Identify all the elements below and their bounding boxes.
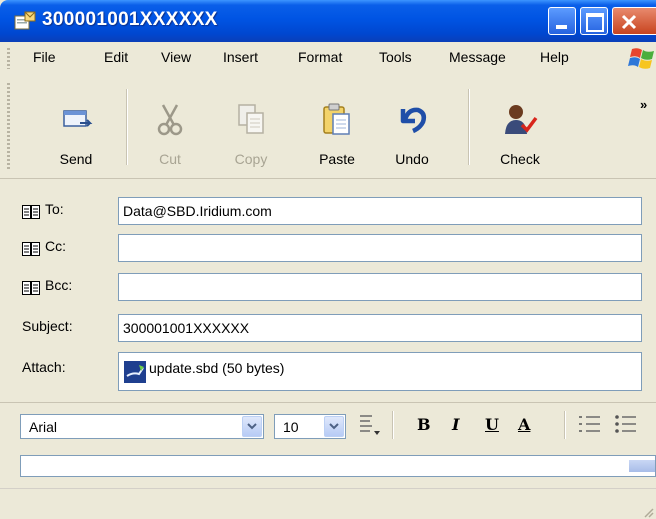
check-names-button[interactable]: Check [484,81,556,173]
italic-button[interactable]: I [452,415,459,434]
font-size-select[interactable]: 10 [274,414,346,439]
title-bar[interactable]: 300001001XXXXXX [0,0,656,42]
windows-logo-icon [628,48,654,69]
subject-field[interactable]: 300001001XXXXXX [118,314,642,342]
scroll-grip-icon[interactable] [629,460,655,472]
copy-button[interactable]: Copy [220,81,282,173]
cut-button[interactable]: Cut [143,81,197,173]
attach-field[interactable]: update.sbd (50 bytes) [118,352,642,391]
window-title: 300001001XXXXXX [42,9,218,30]
address-book-icon[interactable] [22,205,40,219]
subject-row: Subject: 300001001XXXXXX [0,311,656,345]
toolbar-separator [564,411,566,439]
check-label: Check [500,151,540,167]
font-name-value: Arial [29,419,58,435]
address-book-icon[interactable] [22,242,40,256]
paste-icon [323,103,350,135]
menu-tools[interactable]: Tools [379,49,412,65]
chevron-down-icon[interactable] [324,416,344,437]
maximize-icon [586,13,604,32]
undo-icon [400,107,427,134]
attach-label: Attach: [22,359,66,375]
scissors-icon [157,104,183,136]
check-names-icon [505,105,538,134]
menu-message[interactable]: Message [449,49,506,65]
chevron-down-icon[interactable] [242,416,262,437]
maximize-button[interactable] [580,7,608,35]
menu-file[interactable]: File [33,49,56,65]
minimize-button[interactable] [548,7,576,35]
bcc-field[interactable] [118,273,642,301]
send-button[interactable]: Send [44,81,108,173]
send-icon [63,110,93,127]
toolbar-separator [126,89,128,165]
to-field[interactable]: Data@SBD.Iridium.com [118,197,642,225]
undo-button[interactable]: Undo [384,81,440,173]
copy-icon [238,104,264,134]
menu-help[interactable]: Help [540,49,569,65]
toolbar-grip[interactable] [7,83,10,169]
paragraph-style-icon[interactable] [358,413,380,437]
bulleted-list-icon[interactable] [614,414,638,436]
message-body[interactable] [20,455,656,477]
cut-label: Cut [159,151,181,167]
bcc-row: Bcc: [0,270,656,304]
send-label: Send [59,151,93,167]
compose-window: 300001001XXXXXX File Edit View Insert Fo… [0,0,656,519]
resize-grip-icon[interactable] [640,504,654,518]
attachment-file-icon [124,361,146,383]
bcc-label[interactable]: Bcc: [45,277,72,293]
close-button[interactable] [612,7,656,35]
copy-label: Copy [234,151,268,167]
to-label[interactable]: To: [45,201,64,217]
new-mail-icon [14,11,36,30]
font-name-select[interactable]: Arial [20,414,264,439]
menu-grip[interactable] [7,48,10,69]
standard-toolbar: Send Cut Copy Paste Undo Check » [0,75,656,179]
subject-label: Subject: [22,318,73,334]
to-row: To: Data@SBD.Iridium.com [0,194,656,228]
menu-edit[interactable]: Edit [104,49,128,65]
message-body-area [0,451,656,479]
minimize-icon [556,25,567,29]
bold-button[interactable]: B [417,415,431,434]
numbered-list-icon[interactable] [578,414,602,436]
undo-label: Undo [395,151,429,167]
cc-field[interactable] [118,234,642,262]
close-icon [621,14,637,30]
font-size-value: 10 [283,419,299,435]
menu-format[interactable]: Format [298,49,342,65]
paste-label: Paste [319,151,355,167]
menu-insert[interactable]: Insert [223,49,258,65]
attachment-name[interactable]: update.sbd (50 bytes) [149,360,284,376]
paste-button[interactable]: Paste [303,81,371,173]
underline-button[interactable]: U [485,415,499,434]
cc-row: Cc: [0,231,656,265]
font-color-button[interactable]: A [518,415,530,434]
status-bar [0,488,656,519]
attach-row: Attach: update.sbd (50 bytes) [0,349,656,395]
address-book-icon[interactable] [22,281,40,295]
menu-bar: File Edit View Insert Format Tools Messa… [0,42,656,76]
toolbar-overflow-button[interactable]: » [640,97,647,112]
menu-view[interactable]: View [161,49,191,65]
toolbar-separator [392,411,394,439]
toolbar-separator [468,89,470,165]
cc-label[interactable]: Cc: [45,238,66,254]
formatting-toolbar: Arial 10 B I U A [0,402,656,447]
